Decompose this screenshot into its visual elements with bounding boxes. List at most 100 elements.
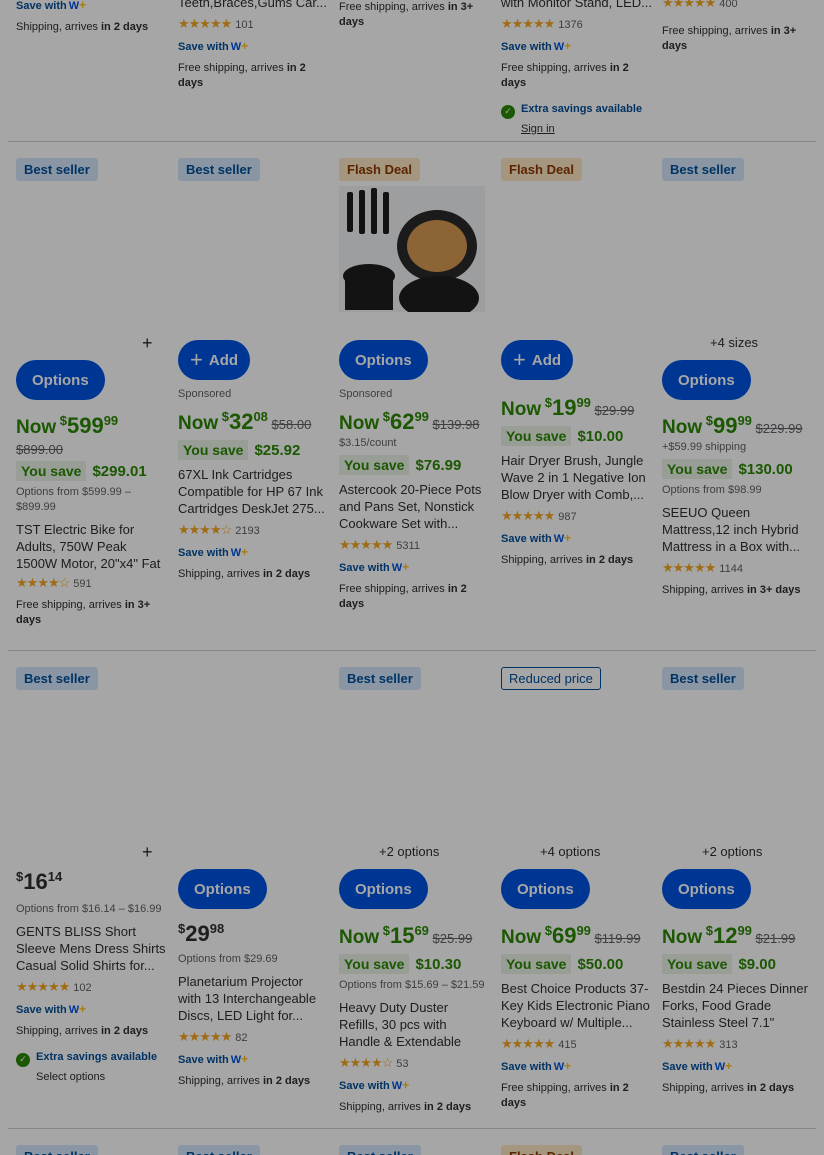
shipping-days: in 2 days (101, 21, 149, 33)
options-button[interactable]: Options (501, 869, 590, 909)
product-card[interactable]: Best seller (16, 667, 166, 690)
product-card[interactable]: ★★★★★ 400 Free shipping, arrives in 3+ da… (662, 0, 812, 54)
options-button[interactable]: Options (178, 869, 267, 909)
product-card[interactable]: Save with W+ Shipping, arrives in 2 days (16, 0, 166, 35)
row-divider (8, 141, 816, 142)
product-card[interactable]: Best seller (662, 158, 812, 181)
product-card[interactable]: Teeth,Braces,Gums Car... ★★★★★ 101 Save w… (178, 0, 328, 91)
product-title[interactable]: with Monitor Stand, LED... (501, 0, 651, 11)
price-dollars: 16 (23, 869, 48, 894)
review-count: 2193 (235, 525, 260, 537)
options-button[interactable]: Options (16, 360, 105, 400)
shipping-text: Shipping, arrives (16, 1025, 101, 1037)
add-plus-icon[interactable]: + (142, 842, 153, 863)
product-card[interactable]: Best seller (16, 1145, 98, 1155)
add-plus-icon[interactable]: + (142, 333, 153, 354)
save-amount: $10.00 (577, 428, 624, 445)
rating-stars-icon: ★★★★★ (178, 16, 232, 31)
shipping-days: in 2 days (424, 1101, 472, 1113)
product-card[interactable]: Best seller (178, 158, 328, 181)
shipping-text: Shipping, arrives (662, 1082, 747, 1094)
was-price: $29.99 (594, 403, 635, 418)
best-seller-badge: Best seller (16, 667, 98, 690)
pots-pans-illustration (339, 186, 485, 332)
you-save-label: You save (501, 426, 572, 446)
was-price: $229.99 (755, 421, 803, 436)
review-count: 53 (396, 1058, 409, 1070)
price: Now $3208 $58.00 (178, 409, 312, 434)
product-card[interactable]: Best seller (662, 667, 812, 690)
savings-tag-icon: ✓ (16, 1052, 30, 1067)
options-button[interactable]: Options (339, 869, 428, 909)
product-card[interactable]: Best seller (16, 158, 166, 181)
you-save-label: You save (339, 455, 410, 475)
product-title[interactable]: Astercook 20-Piece Pots and Pans Set, No… (339, 481, 489, 532)
now-label: Now (16, 417, 57, 438)
options-button[interactable]: Options (662, 360, 751, 400)
save-with-label: Save with (178, 41, 229, 53)
product-card[interactable]: with Monitor Stand, LED... ★★★★★ 1376 Sav… (501, 0, 651, 137)
add-label: Add (208, 351, 239, 369)
options-button[interactable]: Options (662, 869, 751, 909)
price: Now $9999 $229.99 (662, 413, 803, 438)
product-card[interactable]: Best seller (339, 1145, 421, 1155)
product-title[interactable]: Planetarium Projector with 13 Interchang… (178, 973, 328, 1024)
price-dollars: 62 (389, 409, 415, 434)
walmart-plus-icon: W+ (553, 531, 572, 545)
sizes-label: 4 sizes (717, 335, 759, 350)
size-count[interactable]: +4 sizes (710, 335, 758, 350)
add-to-cart-button[interactable]: + Add (178, 340, 251, 380)
you-save-label: You save (339, 954, 410, 974)
product-card[interactable]: Free shipping, arrives in 3+ days (339, 0, 485, 30)
product-title[interactable]: 67XL Ink Cartridges Compatible for HP 67… (178, 466, 328, 517)
product-title[interactable]: Teeth,Braces,Gums Car... (178, 0, 328, 11)
product-card[interactable]: Best seller (339, 667, 489, 690)
product-card[interactable]: Flash Deal (501, 1145, 583, 1155)
save-with-label: Save with (16, 0, 67, 12)
walmart-plus-icon: W+ (391, 1078, 410, 1092)
options-range: Options from $98.99 (662, 484, 762, 496)
shipping-days: in 2 days (747, 1082, 795, 1094)
product-title[interactable]: Hair Dryer Brush, Jungle Wave 2 in 1 Neg… (501, 452, 651, 503)
save-amount: $9.00 (738, 956, 776, 973)
product-title[interactable]: TST Electric Bike for Adults, 750W Peak … (16, 521, 166, 572)
best-seller-badge: Best seller (16, 158, 98, 181)
rating-stars-icon: ★★★★★ (178, 1029, 232, 1044)
select-options-link[interactable]: Select options (36, 1071, 105, 1083)
flash-deal-badge: Flash Deal (501, 1145, 583, 1155)
price-dollars: 99 (712, 413, 738, 438)
save-amount: $130.00 (738, 461, 793, 478)
product-card[interactable]: Best seller (178, 1145, 260, 1155)
product-title[interactable]: Heavy Duty Duster Refills, 30 pcs with H… (339, 999, 489, 1050)
you-save-label: You save (16, 461, 87, 481)
product-card[interactable]: Flash Deal (339, 158, 489, 181)
product-card[interactable]: Reduced price (501, 667, 651, 690)
rating-stars-icon: ★★★★★ (501, 508, 555, 523)
price-dollars: 19 (551, 395, 577, 420)
cookware-product-image[interactable] (339, 186, 485, 332)
sign-in-link[interactable]: Sign in (521, 123, 555, 135)
options-count[interactable]: +2 options (379, 844, 439, 859)
options-count[interactable]: +4 options (540, 844, 600, 859)
rating-stars-icon: ★★★★★ (662, 560, 716, 575)
options-range: Options from $15.69 – $21.59 (339, 979, 485, 991)
price: Now $1299 $21.99 (662, 923, 796, 948)
options-count[interactable]: +2 options (702, 844, 762, 859)
price-dollars: 29 (185, 921, 210, 946)
product-title[interactable]: Best Choice Products 37-Key Kids Electro… (501, 980, 651, 1031)
add-to-cart-button[interactable]: + Add (501, 340, 574, 380)
product-title[interactable]: GENTS BLISS Short Sleeve Mens Dress Shir… (16, 923, 166, 974)
product-card[interactable]: Best seller (662, 1145, 744, 1155)
unit-price: $3.15/count (339, 437, 397, 449)
walmart-plus-icon: W+ (714, 1059, 733, 1073)
options-button[interactable]: Options (339, 340, 428, 380)
price: Now $1999 $29.99 (501, 395, 635, 420)
row-divider (8, 1128, 816, 1129)
product-title[interactable]: SEEUO Queen Mattress,12 inch Hybrid Matt… (662, 504, 812, 555)
product-card[interactable]: Options (178, 869, 267, 909)
review-count: 5311 (396, 540, 420, 552)
product-title[interactable]: Bestdin 24 Pieces Dinner Forks, Food Gra… (662, 980, 812, 1031)
save-with-label: Save with (501, 533, 552, 545)
product-card[interactable]: Flash Deal (501, 158, 651, 181)
options-range: Options from $16.14 – $16.99 (16, 903, 162, 915)
